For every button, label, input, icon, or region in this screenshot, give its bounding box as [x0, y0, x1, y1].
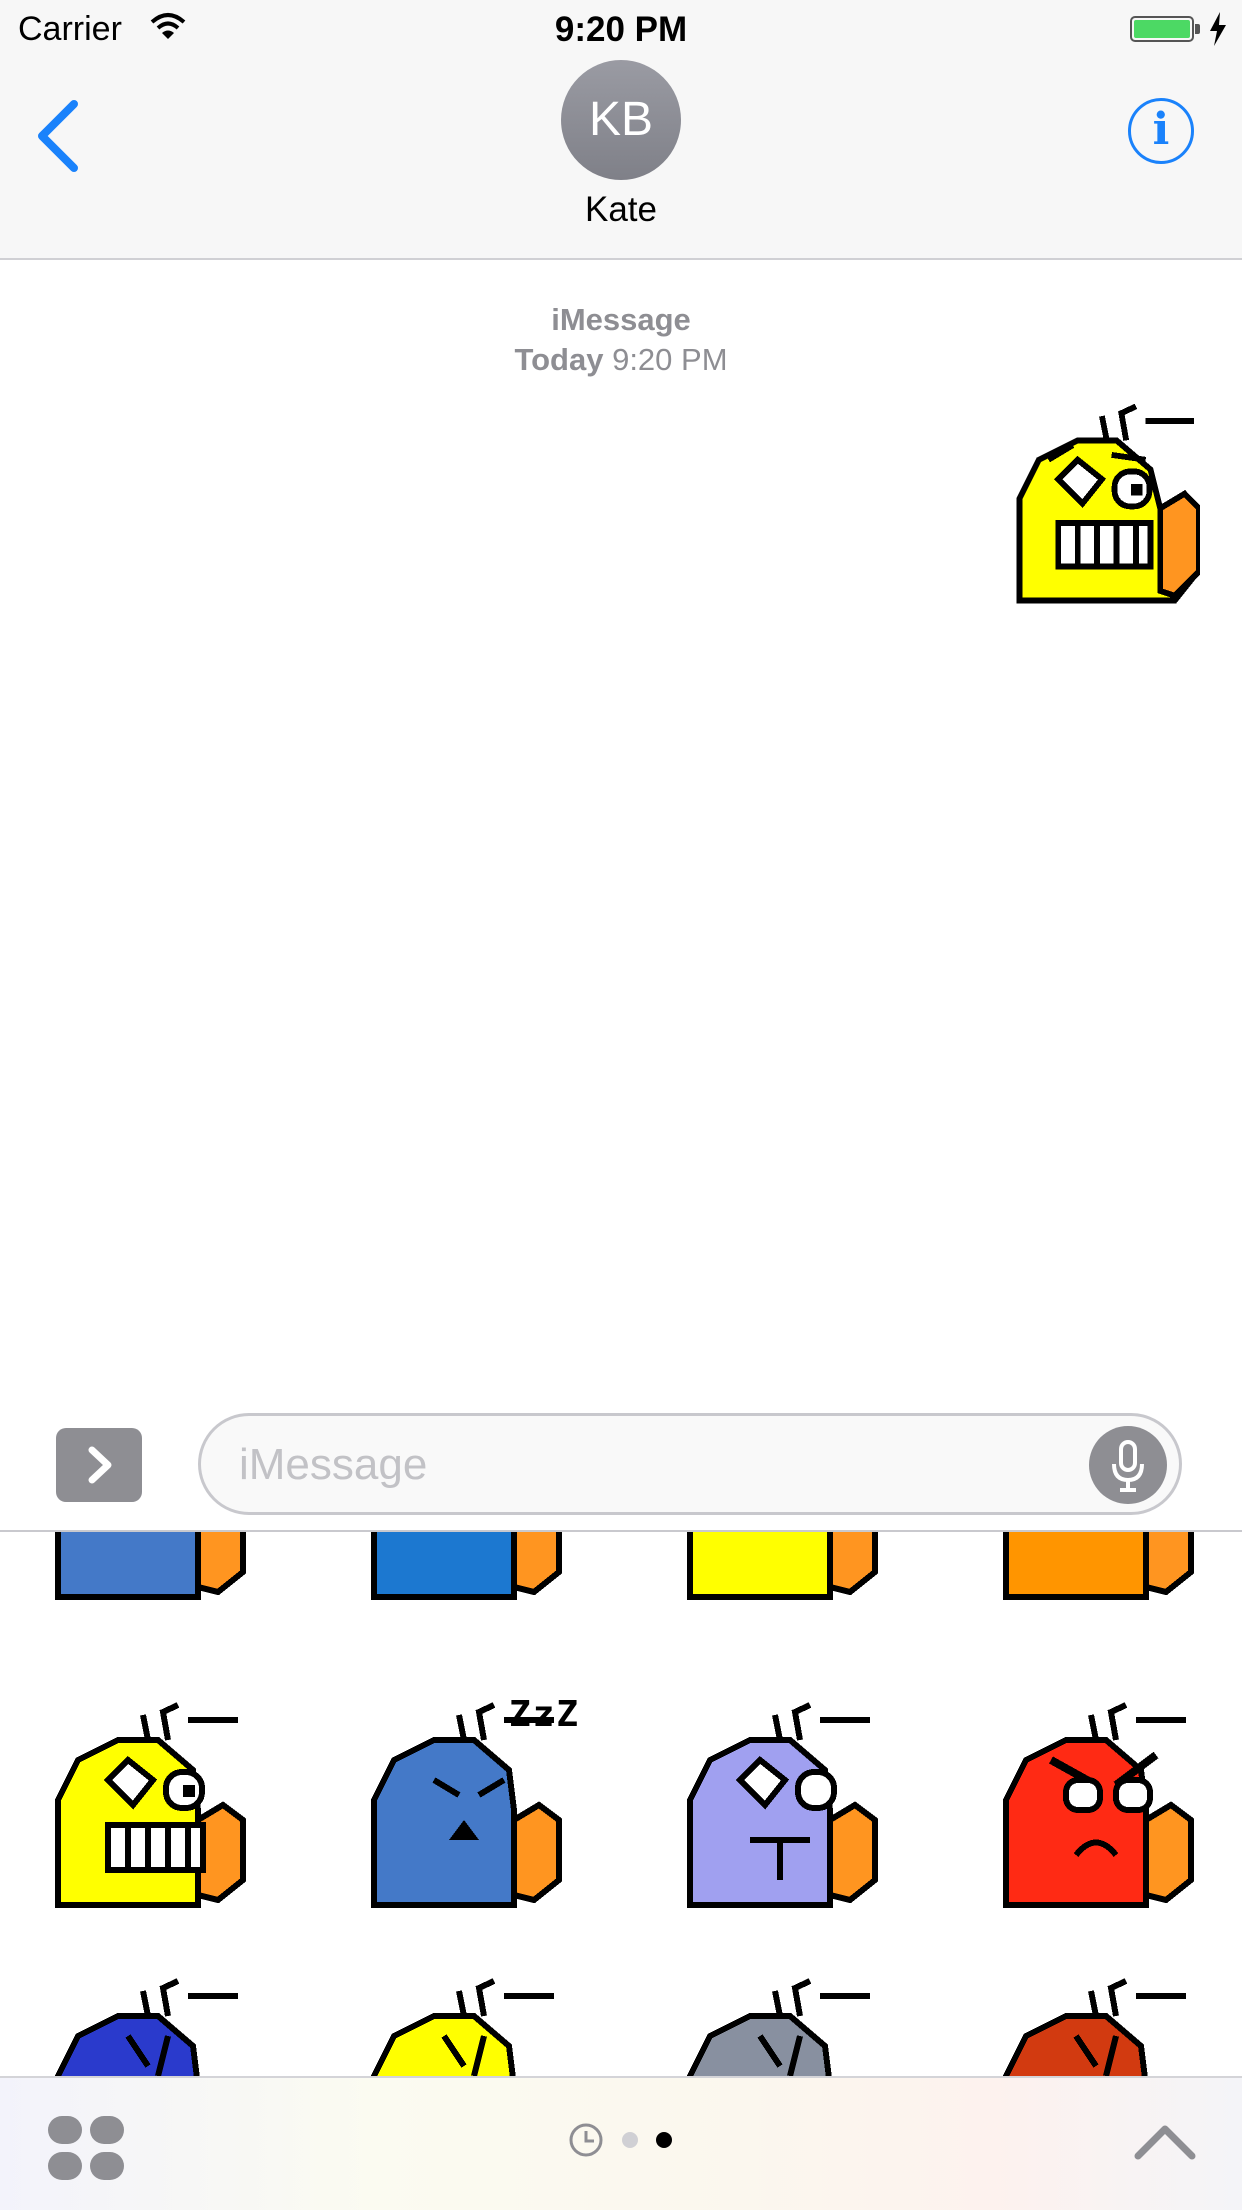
sticker-drawer[interactable]: ZzZ — [0, 1532, 1242, 2076]
thread-timestamp: iMessage Today 9:20 PM — [0, 300, 1242, 380]
info-icon[interactable]: i — [1128, 98, 1194, 164]
sticker-item[interactable] — [364, 1532, 570, 1600]
battery-level — [1134, 20, 1190, 38]
sticker-item[interactable] — [364, 1976, 570, 2076]
battery-tip — [1195, 24, 1200, 34]
app-drawer-icon[interactable] — [48, 2116, 124, 2180]
microphone-icon[interactable] — [1089, 1426, 1167, 1504]
sticker-item[interactable] — [996, 1700, 1202, 1908]
sticker-item[interactable] — [680, 1976, 886, 2076]
collapse-chevron-icon[interactable] — [1134, 2122, 1196, 2160]
contact-avatar[interactable]: KB — [561, 60, 681, 180]
sticker-item[interactable] — [48, 1976, 254, 2076]
page-dot-1 — [622, 2132, 638, 2148]
status-bar: Carrier 9:20 PM — [0, 0, 1242, 60]
sticker-item[interactable] — [48, 1532, 254, 1600]
conversation-header: KB Kate i — [0, 60, 1242, 260]
sticker-item[interactable] — [680, 1532, 886, 1600]
sticker-item[interactable] — [680, 1700, 886, 1908]
sticker-item[interactable] — [996, 1976, 1202, 2076]
compose-bar — [0, 1408, 1242, 1532]
timestamp-day: Today — [514, 342, 604, 377]
back-chevron-icon[interactable] — [30, 96, 90, 176]
show-apps-button[interactable] — [56, 1428, 142, 1502]
message-input[interactable] — [237, 1434, 1061, 1496]
sticker-item[interactable] — [996, 1532, 1202, 1600]
page-dot-2 — [656, 2132, 672, 2148]
page-indicator[interactable] — [568, 2120, 678, 2160]
contact-name[interactable]: Kate — [0, 190, 1242, 230]
service-label: iMessage — [551, 302, 691, 337]
status-time: 9:20 PM — [554, 10, 688, 49]
charging-bolt-icon — [1208, 12, 1228, 51]
sticker-caption: ZzZ — [508, 1694, 580, 1735]
sticker-item[interactable]: ZzZ — [364, 1694, 578, 1908]
sticker-item[interactable] — [48, 1700, 254, 1908]
sent-sticker[interactable] — [1000, 400, 1202, 605]
timestamp-time: 9:20 PM — [612, 342, 728, 377]
battery-icon — [1130, 16, 1194, 42]
app-tab-bar — [0, 2076, 1242, 2210]
recents-clock-icon — [569, 2123, 603, 2157]
chevron-right-icon — [88, 1446, 112, 1484]
message-field-container — [198, 1413, 1182, 1515]
